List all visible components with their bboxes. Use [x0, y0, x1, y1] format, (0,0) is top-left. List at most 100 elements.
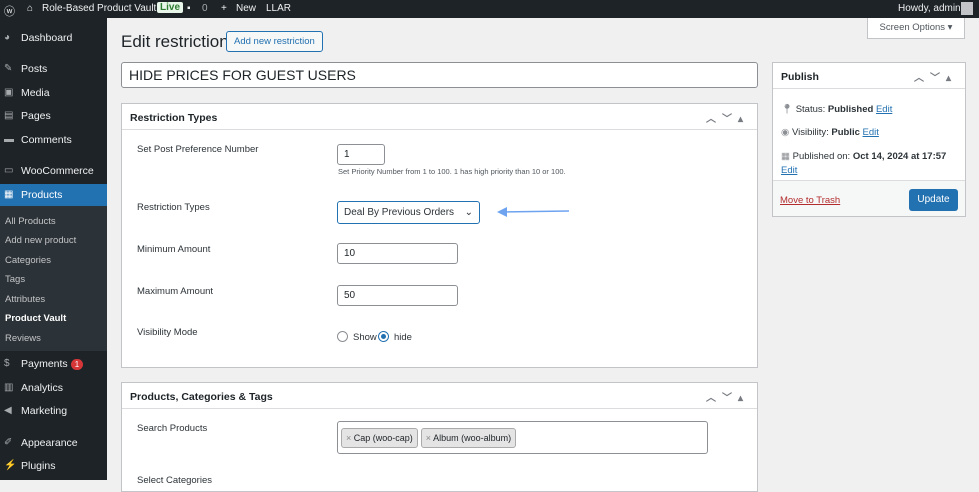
select-categories-label: Select Categories	[137, 475, 212, 486]
move-to-trash-link[interactable]: Move to Trash	[780, 195, 840, 206]
min-amount-input[interactable]: 10	[337, 243, 458, 264]
remove-icon[interactable]: ×	[346, 433, 354, 443]
hide-radio[interactable]	[378, 331, 389, 342]
heading-text: Products, Categories & Tags	[130, 391, 273, 403]
publish-actions: Move to Trash Update	[773, 180, 965, 216]
menu-label: Comments	[21, 134, 72, 146]
menu-label: Media	[21, 87, 50, 99]
show-radio[interactable]	[337, 331, 348, 342]
home-icon: ⌂	[27, 3, 34, 14]
llar-link[interactable]: LLAR	[266, 3, 291, 14]
comments-icon[interactable]: ▪	[187, 3, 191, 14]
eye-icon: ◉	[781, 127, 792, 138]
product-tag[interactable]: × Album (woo-album)	[420, 427, 517, 448]
menu-label: Appearance	[21, 437, 78, 449]
submenu-categories[interactable]: Categories	[5, 255, 51, 266]
menu-posts[interactable]: ✎ Posts	[0, 58, 107, 80]
pages-icon: ▤	[4, 110, 14, 121]
menu-analytics[interactable]: ▥ Analytics	[0, 377, 107, 399]
menu-woocommerce[interactable]: ▭ WooCommerce	[0, 160, 107, 182]
menu-comments[interactable]: ▬ Comments	[0, 129, 107, 151]
menu-label: Marketing	[21, 405, 68, 417]
product-tag[interactable]: × Cap (woo-cap)	[341, 427, 418, 448]
status-label: Status:	[795, 104, 826, 115]
box-heading[interactable]: Publish ︿﹀▴	[773, 63, 965, 89]
restriction-type-select[interactable]: Deal By Previous Orders ⌄	[337, 201, 480, 224]
submenu-reviews[interactable]: Reviews	[5, 333, 41, 344]
products-icon: ▦	[4, 189, 14, 200]
page-title: Edit restriction	[121, 32, 229, 51]
pref-help: Set Priority Number from 1 to 100. 1 has…	[338, 167, 566, 176]
visibility-label: Visibility:	[791, 127, 829, 138]
menu-label: WooCommerce	[21, 165, 94, 177]
menu-plugins[interactable]: ⚡ Plugins	[0, 455, 107, 477]
status-row: 📍︎ Status: Published Edit	[781, 104, 892, 115]
publish-box: Publish ︿﹀▴ 📍︎ Status: Published Edit ◉ V…	[772, 62, 966, 217]
new-link[interactable]: New	[236, 3, 256, 14]
site-name-link[interactable]: Role-Based Product Vault	[42, 3, 156, 14]
published-label: Published on:	[792, 151, 851, 162]
analytics-icon: ▥	[4, 382, 14, 393]
edit-status-link[interactable]: Edit	[876, 104, 892, 115]
remove-icon[interactable]: ×	[426, 433, 433, 443]
plus-icon: +	[221, 3, 227, 14]
live-badge: Live	[157, 2, 184, 13]
tag-label: Cap (woo-cap)	[353, 432, 413, 443]
search-products-input[interactable]: × Cap (woo-cap) × Album (woo-album)	[337, 421, 708, 454]
arrow-annotation-icon	[497, 207, 570, 217]
update-button[interactable]: Update	[909, 189, 958, 211]
calendar-icon: ▦	[781, 151, 793, 162]
admin-sidebar: ◕ Dashboard ✎ Posts ▣ Media ▤ Pages ▬ Comment…	[0, 18, 107, 480]
restriction-types-box: Restriction Types ︿﹀▴ Set Post Preference…	[121, 103, 758, 368]
box-controls-icon[interactable]: ︿﹀▴	[914, 69, 957, 84]
menu-products[interactable]: ▦ Products	[0, 184, 107, 206]
add-new-restriction-button[interactable]: Add new restriction	[226, 31, 323, 52]
show-label: Show	[353, 332, 377, 343]
wordpress-logo-icon[interactable]: ⓦ	[4, 3, 15, 19]
edit-visibility-link[interactable]: Edit	[863, 127, 879, 138]
media-icon: ▣	[4, 87, 14, 98]
menu-label: Posts	[21, 63, 48, 75]
screen-options-button[interactable]: Screen Options ▾	[867, 18, 965, 39]
megaphone-icon: ◀	[4, 405, 12, 416]
edit-date-link[interactable]: Edit	[781, 165, 797, 176]
submenu-all-products[interactable]: All Products	[5, 216, 56, 227]
menu-label: Pages	[21, 110, 51, 122]
submenu-attributes[interactable]: Attributes	[5, 294, 45, 305]
box-heading[interactable]: Products, Categories & Tags ︿﹀▴	[122, 383, 757, 409]
box-controls-icon[interactable]: ︿﹀▴	[706, 110, 749, 125]
products-categories-tags-box: Products, Categories & Tags ︿﹀▴ Search Pr…	[121, 382, 758, 492]
menu-appearance[interactable]: ✐ Appearance	[0, 432, 107, 454]
max-label: Maximum Amount	[137, 286, 214, 297]
published-value: Oct 14, 2024 at 17:57	[852, 151, 947, 162]
submenu-product-vault[interactable]: Product Vault	[5, 313, 66, 324]
pin-icon: ✎	[4, 63, 13, 74]
menu-label: Payments	[21, 358, 68, 370]
howdy-link[interactable]: Howdy, admin	[898, 3, 961, 14]
select-value: Deal By Previous Orders	[344, 207, 455, 218]
search-products-label: Search Products	[137, 423, 208, 434]
hide-label: hide	[394, 332, 412, 343]
submenu-add-new-product[interactable]: Add new product	[5, 235, 76, 246]
submenu-tags[interactable]: Tags	[5, 274, 25, 285]
heading-text: Publish	[781, 71, 819, 83]
box-heading[interactable]: Restriction Types ︿﹀▴	[122, 104, 757, 130]
menu-payments[interactable]: $ Payments 1	[0, 353, 107, 375]
pin-icon: 📍︎	[781, 104, 796, 115]
published-row: ▦ Published on: Oct 14, 2024 at 17:57	[781, 151, 946, 162]
comments-count[interactable]: 0	[202, 3, 208, 14]
title-input[interactable]: HIDE PRICES FOR GUEST USERS	[121, 62, 758, 88]
visibility-label: Visibility Mode	[137, 327, 198, 338]
min-label: Minimum Amount	[137, 244, 211, 255]
payments-badge: 1	[70, 359, 84, 370]
menu-marketing[interactable]: ◀ Marketing	[0, 400, 107, 422]
brush-icon: ✐	[4, 437, 13, 448]
max-amount-input[interactable]: 50	[337, 285, 458, 306]
menu-dashboard[interactable]: ◕ Dashboard	[0, 27, 107, 49]
avatar[interactable]	[961, 2, 973, 15]
menu-media[interactable]: ▣ Media	[0, 82, 107, 104]
pref-input[interactable]: 1	[337, 144, 385, 165]
menu-pages[interactable]: ▤ Pages	[0, 105, 107, 127]
box-controls-icon[interactable]: ︿﹀▴	[706, 389, 749, 404]
menu-label: Dashboard	[21, 32, 73, 44]
